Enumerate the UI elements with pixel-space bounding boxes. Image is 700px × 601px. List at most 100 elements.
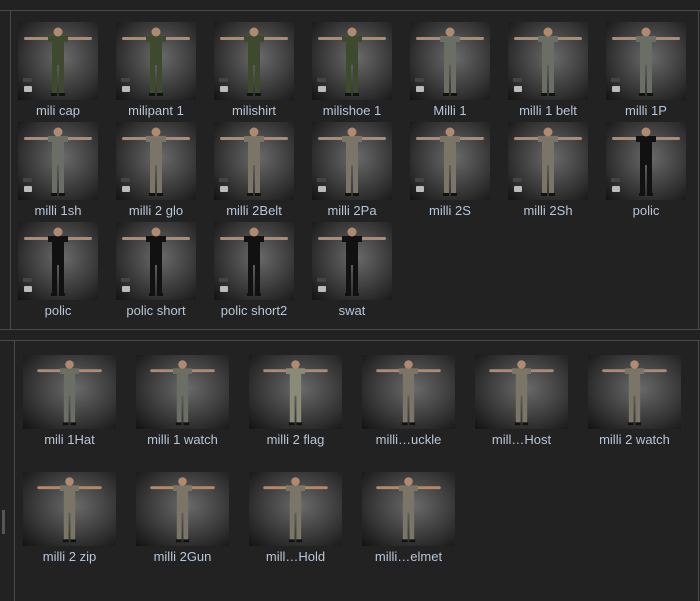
- asset-label: milipant 1: [128, 103, 184, 118]
- clothing-type-icon: [416, 186, 424, 192]
- asset-thumbnail[interactable]: [362, 472, 455, 546]
- asset-tile[interactable]: polic: [597, 122, 695, 218]
- character-figure-icon: [602, 360, 667, 426]
- asset-thumbnail[interactable]: [588, 355, 681, 429]
- asset-thumbnail[interactable]: [362, 355, 455, 429]
- asset-tile[interactable]: polic: [9, 222, 107, 318]
- clothing-type-icon: [416, 86, 424, 92]
- asset-thumbnail[interactable]: [136, 472, 229, 546]
- asset-tile[interactable]: milli 2Sh: [499, 122, 597, 218]
- asset-label: milishirt: [231, 103, 277, 118]
- asset-thumbnail[interactable]: [410, 122, 490, 200]
- asset-label: mili cap: [35, 103, 81, 118]
- asset-thumbnail[interactable]: [116, 22, 196, 100]
- asset-label: swat: [338, 303, 366, 318]
- asset-thumbnail[interactable]: [508, 122, 588, 200]
- asset-thumbnail[interactable]: [18, 222, 98, 300]
- asset-label: milli 1sh: [34, 203, 82, 218]
- asset-tile[interactable]: milli 2 watch: [578, 355, 691, 447]
- asset-tile[interactable]: Milli 1: [401, 22, 499, 118]
- asset-thumbnail[interactable]: [18, 22, 98, 100]
- asset-label: milli 1 watch: [147, 432, 218, 447]
- asset-tile[interactable]: milishirt: [205, 22, 303, 118]
- asset-tile[interactable]: milishoe 1: [303, 22, 401, 118]
- asset-thumbnail[interactable]: [410, 22, 490, 100]
- asset-tile[interactable]: milipant 1: [107, 22, 205, 118]
- character-figure-icon: [376, 477, 441, 543]
- asset-tile[interactable]: milli…elmet: [352, 472, 465, 564]
- asset-tile[interactable]: swat: [303, 222, 401, 318]
- asset-thumbnail[interactable]: [214, 22, 294, 100]
- asset-tile[interactable]: milli 2Pa: [303, 122, 401, 218]
- asset-tile[interactable]: milli 2 glo: [107, 122, 205, 218]
- asset-thumbnail[interactable]: [312, 122, 392, 200]
- asset-thumbnail[interactable]: [508, 22, 588, 100]
- clothing-type-icon: [24, 286, 32, 292]
- type-tag-icon: [121, 278, 130, 282]
- asset-tile[interactable]: milli 1 watch: [126, 355, 239, 447]
- asset-label: mili 1Hat: [44, 432, 95, 447]
- type-tag-icon: [219, 78, 228, 82]
- asset-thumbnail[interactable]: [116, 222, 196, 300]
- asset-tile[interactable]: milli 2 flag: [239, 355, 352, 447]
- clothing-type-icon: [220, 286, 228, 292]
- type-tag-icon: [513, 78, 522, 82]
- type-tag-icon: [317, 178, 326, 182]
- asset-thumbnail[interactable]: [18, 122, 98, 200]
- type-tag-icon: [219, 278, 228, 282]
- type-tag-icon: [23, 78, 32, 82]
- clothing-type-icon: [24, 186, 32, 192]
- asset-tile[interactable]: mili cap: [9, 22, 107, 118]
- asset-thumbnail[interactable]: [249, 472, 342, 546]
- asset-label: milli…uckle: [375, 432, 442, 447]
- type-tag-icon: [23, 278, 32, 282]
- asset-thumbnail[interactable]: [475, 355, 568, 429]
- clothing-type-icon: [318, 86, 326, 92]
- type-tag-icon: [219, 178, 228, 182]
- asset-label: milli 2 watch: [599, 432, 670, 447]
- asset-thumbnail[interactable]: [23, 355, 116, 429]
- asset-thumbnail[interactable]: [23, 472, 116, 546]
- character-figure-icon: [150, 477, 215, 543]
- asset-thumbnail[interactable]: [312, 22, 392, 100]
- asset-tile[interactable]: milli…uckle: [352, 355, 465, 447]
- type-tag-icon: [513, 178, 522, 182]
- asset-label: milli 2 flag: [266, 432, 325, 447]
- asset-tile[interactable]: polic short: [107, 222, 205, 318]
- asset-tile[interactable]: polic short2: [205, 222, 303, 318]
- asset-tile[interactable]: milli 2Belt: [205, 122, 303, 218]
- asset-label: milishoe 1: [322, 103, 382, 118]
- type-tag-icon: [415, 78, 424, 82]
- asset-label: milli 2Sh: [523, 203, 573, 218]
- asset-tile[interactable]: milli 2S: [401, 122, 499, 218]
- asset-thumbnail[interactable]: [606, 122, 686, 200]
- character-figure-icon: [263, 360, 328, 426]
- type-tag-icon: [121, 178, 130, 182]
- asset-thumbnail[interactable]: [214, 122, 294, 200]
- asset-thumbnail[interactable]: [116, 122, 196, 200]
- asset-tile[interactable]: milli 2 zip: [13, 472, 126, 564]
- asset-tile[interactable]: mill…Host: [465, 355, 578, 447]
- clothing-type-icon: [318, 186, 326, 192]
- asset-tile[interactable]: milli 1sh: [9, 122, 107, 218]
- asset-label: polic short: [126, 303, 186, 318]
- asset-thumbnail[interactable]: [214, 222, 294, 300]
- asset-thumbnail[interactable]: [249, 355, 342, 429]
- asset-label: milli 2Belt: [226, 203, 282, 218]
- asset-tile[interactable]: milli 2Gun: [126, 472, 239, 564]
- asset-thumbnail[interactable]: [312, 222, 392, 300]
- clothing-type-icon: [24, 86, 32, 92]
- asset-tile[interactable]: mill…Hold: [239, 472, 352, 564]
- resize-grip[interactable]: [2, 510, 5, 534]
- clothing-type-icon: [122, 86, 130, 92]
- character-figure-icon: [37, 477, 102, 543]
- asset-tile[interactable]: milli 1 belt: [499, 22, 597, 118]
- clothing-type-icon: [122, 186, 130, 192]
- character-figure-icon: [489, 360, 554, 426]
- asset-thumbnail[interactable]: [606, 22, 686, 100]
- asset-tile[interactable]: milli 1P: [597, 22, 695, 118]
- asset-thumbnail[interactable]: [136, 355, 229, 429]
- clothing-type-icon: [514, 186, 522, 192]
- clothing-type-icon: [318, 286, 326, 292]
- asset-tile[interactable]: mili 1Hat: [13, 355, 126, 447]
